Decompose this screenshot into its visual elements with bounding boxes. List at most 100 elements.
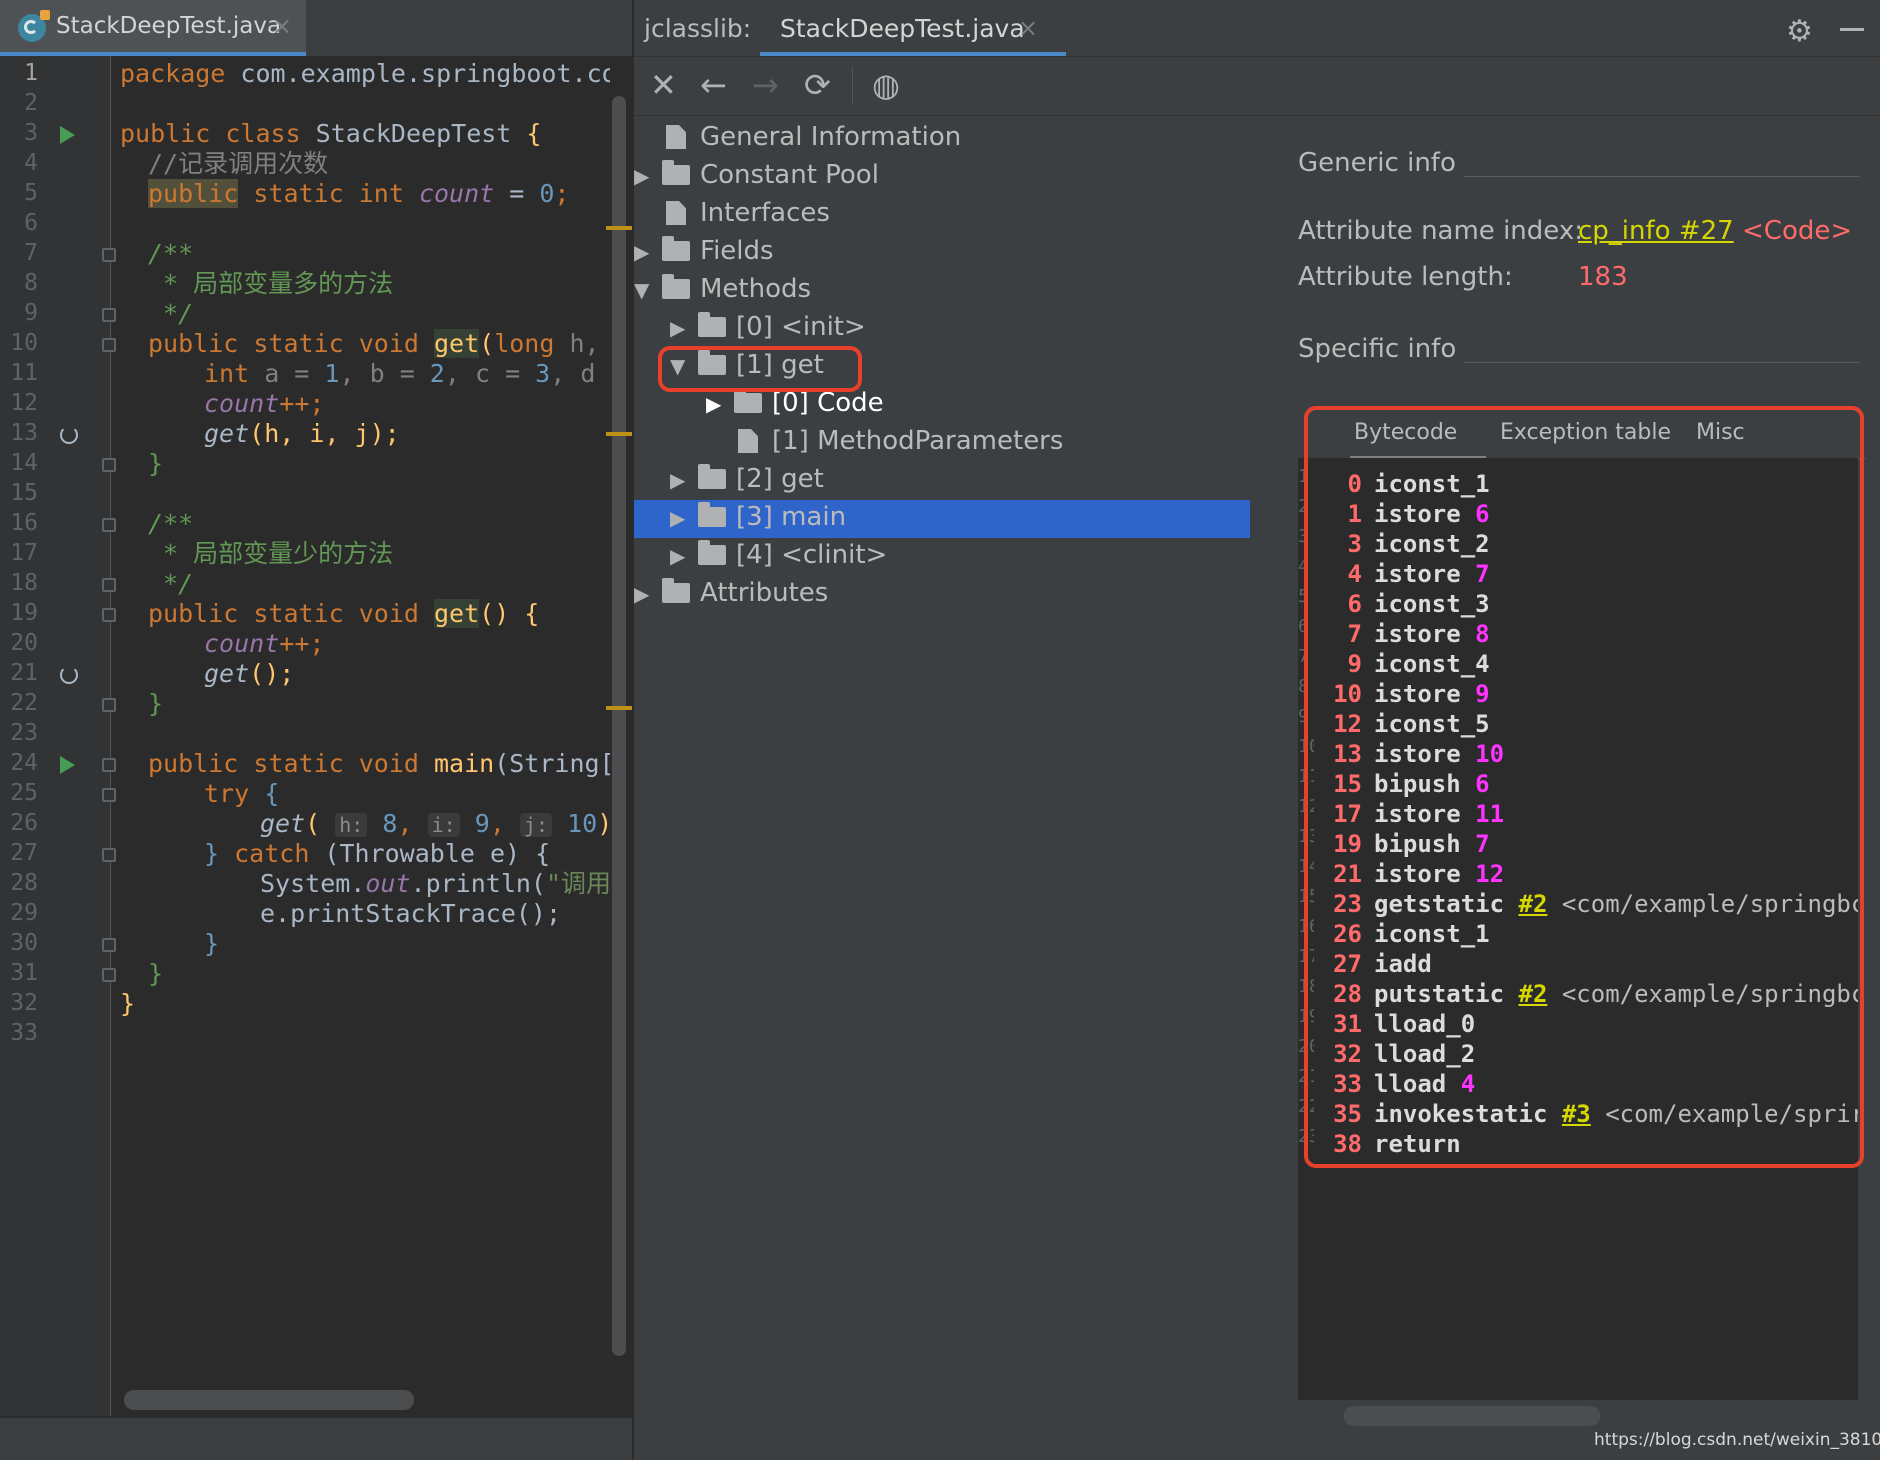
fold-marker-icon[interactable] [102,458,116,472]
run-gutter-icon[interactable] [60,126,75,144]
fold-marker-icon[interactable] [102,518,116,532]
line-number: 15 [10,480,38,506]
expand-arrow-icon[interactable]: ▶ [670,309,698,347]
tree-node-constant-pool[interactable]: ▶ Constant Pool [634,156,879,194]
close-tab-icon[interactable]: × [272,12,292,40]
folder-icon [662,274,690,299]
line-number: 3 [24,120,38,146]
line-number: 4 [24,150,38,176]
scroll-marker [606,226,632,230]
cp-info-link[interactable]: cp_info #27 [1578,216,1734,246]
code-line-29: e.printStackTrace(); [260,899,562,928]
fold-marker-icon[interactable] [102,308,116,322]
tree-node-attributes[interactable]: ▶ Attributes [634,574,828,612]
line-number: 6 [24,210,38,236]
tree-node-general-information[interactable]: General Information [634,118,961,156]
code-line-13: get(h, i, j); [204,419,400,448]
fold-marker-icon[interactable] [102,938,116,952]
code-line-5: public static int count = 0; [148,179,570,208]
close-tab-icon[interactable]: × [1018,14,1038,42]
expand-arrow-icon[interactable]: ▶ [634,157,662,195]
recursive-call-icon[interactable] [60,426,78,444]
folder-icon [698,464,726,489]
refresh-icon[interactable]: ⟳ [804,67,831,103]
folder-icon [662,160,690,185]
run-gutter-icon[interactable] [60,756,75,774]
attribute-length-label: Attribute length: [1298,262,1513,292]
fold-marker-icon[interactable] [102,758,116,772]
editor-tab-label: StackDeepTest.java [56,13,282,39]
line-number: 25 [10,780,38,806]
expand-arrow-icon[interactable]: ▶ [670,499,698,537]
toolbar-separator [852,67,853,105]
attribute-name-value: <Code> [1742,216,1853,246]
tree-node-methods[interactable]: ▼ Methods [634,270,811,308]
tree-node-method-init[interactable]: ▶ [0] <init> [670,308,866,346]
forward-arrow-icon[interactable]: → [752,67,779,103]
editor-bottom-bar [0,1418,632,1460]
fold-marker-icon[interactable] [102,848,116,862]
line-number: 21 [10,660,38,686]
fold-marker-icon[interactable] [102,788,116,802]
editor-tab-stackdeeptest[interactable]: StackDeepTest.java × [0,0,306,56]
divider [1464,362,1860,363]
line-number: 29 [10,900,38,926]
jclasslib-tab-bar: jclasslib: StackDeepTest.java × ⚙ [634,0,1880,57]
line-number: 20 [10,630,38,656]
file-icon [666,125,686,149]
tree-node-method-get-2[interactable]: ▶ [2] get [670,460,824,498]
fold-marker-icon[interactable] [102,578,116,592]
collapse-arrow-icon[interactable]: ▼ [634,271,662,309]
line-number: 7 [24,240,38,266]
editor-vertical-scrollbar[interactable] [612,96,626,1356]
line-number: 10 [10,330,38,356]
line-number: 26 [10,810,38,836]
fold-marker-icon[interactable] [102,608,116,622]
attribute-length-value: 183 [1578,262,1628,292]
scroll-marker [606,706,632,710]
code-line-30: } [204,929,220,958]
expand-arrow-icon[interactable]: ▶ [670,461,698,499]
fold-marker-icon[interactable] [102,338,116,352]
fold-marker-icon[interactable] [102,248,116,262]
line-number: 19 [10,600,38,626]
minimize-icon[interactable] [1840,28,1864,31]
watermark-url: https://blog.csdn.net/weixin_38106322 [1594,1430,1880,1450]
tree-node-interfaces[interactable]: Interfaces [634,194,830,232]
code-area[interactable]: package com.example.springboot.code publ… [120,56,610,1396]
gear-icon[interactable]: ⚙ [1786,14,1813,49]
expand-arrow-icon[interactable]: ▶ [634,233,662,271]
line-number: 30 [10,930,38,956]
editor-horizontal-scrollbar[interactable] [124,1390,414,1410]
line-number: 5 [24,180,38,206]
jclasslib-toolbar: ✕ ← → ⟳ ◍ [634,57,1880,116]
tree-node-method-parameters[interactable]: [1] MethodParameters [734,422,1063,460]
recursive-call-icon[interactable] [60,666,78,684]
close-icon[interactable]: ✕ [650,67,677,103]
param-hint-j: j: [519,813,553,837]
expand-arrow-icon[interactable]: ▶ [670,537,698,575]
jclasslib-tab-stackdeeptest[interactable]: StackDeepTest.java × [760,0,1066,56]
line-number: 13 [10,420,38,446]
class-structure-tree[interactable]: General Information ▶ Constant Pool Inter… [634,116,1250,1460]
browser-globe-icon[interactable]: ◍ [872,67,900,103]
jclasslib-panel: jclasslib: StackDeepTest.java × ⚙ ✕ ← → … [634,0,1880,1460]
code-editor[interactable]: StackDeepTest.java × 1 2 3 4 5 6 7 8 9 10 11 12 13 14… [0,0,632,1460]
line-number: 32 [10,990,38,1016]
tree-node-fields[interactable]: ▶ Fields [634,232,774,270]
back-arrow-icon[interactable]: ← [700,67,727,103]
annotation-highlight-bytecode [1304,406,1864,1168]
code-line-1: package com.example.springboot.code [120,59,610,88]
fold-marker-icon[interactable] [102,698,116,712]
line-number: 23 [10,720,38,746]
scroll-marker [606,432,632,436]
bytecode-horizontal-scrollbar[interactable] [1344,1406,1600,1426]
specific-info-title: Specific info [1298,334,1457,364]
fold-marker-icon[interactable] [102,968,116,982]
code-line-31: } [148,959,164,988]
tree-node-method-main[interactable]: ▶ [3] main [670,498,846,536]
folder-icon [662,578,690,603]
expand-arrow-icon[interactable]: ▶ [634,575,662,613]
line-number: 18 [10,570,38,596]
tree-node-method-clinit[interactable]: ▶ [4] <clinit> [670,536,887,574]
